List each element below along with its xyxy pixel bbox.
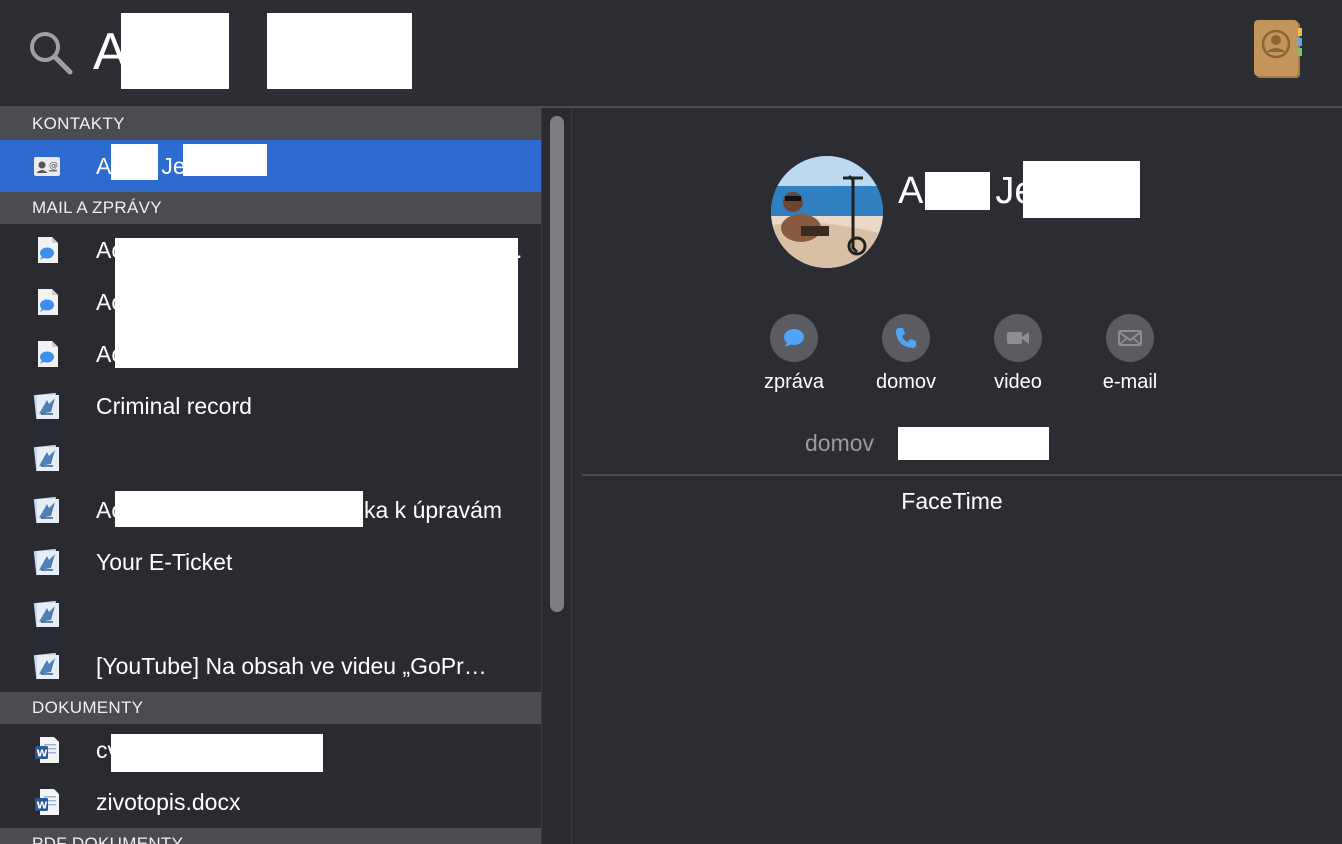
redaction-block: [111, 144, 158, 180]
word-doc-icon: W: [35, 789, 59, 815]
contact-card-icon: @: [34, 157, 60, 176]
action-video[interactable]: video: [968, 314, 1068, 394]
divider: [582, 474, 1342, 476]
result-row-mail[interactable]: [0, 432, 541, 484]
svg-text:W: W: [37, 749, 48, 760]
redaction-block: [183, 144, 267, 176]
redaction-block: [111, 734, 323, 772]
mail-icon: [33, 652, 59, 680]
mail-icon: [33, 548, 59, 576]
contact-avatar: [771, 156, 883, 268]
contacts-app-icon[interactable]: [1252, 18, 1308, 80]
scrollbar[interactable]: [541, 108, 572, 844]
search-bar: AJe: [0, 0, 1342, 106]
contact-detail-pane: A Je zpráva domov video e-mail domov Fac…: [572, 108, 1342, 844]
mail-icon: [33, 444, 59, 472]
search-icon: [30, 32, 73, 75]
result-label: Criminal record: [96, 393, 252, 419]
section-header-contacts: KONTAKTY: [0, 108, 541, 140]
redaction-block: [1023, 161, 1140, 218]
result-row-mail[interactable]: Your E-Ticket: [0, 536, 541, 588]
result-label: zivotopis.docx: [96, 789, 241, 815]
action-label: e-mail: [1102, 371, 1158, 393]
messages-icon: [38, 341, 58, 367]
svg-text:W: W: [37, 801, 48, 812]
redaction-block: [267, 13, 412, 89]
messages-icon: [38, 289, 58, 315]
result-row-contact[interactable]: @ A Je: [0, 140, 541, 192]
video-camera-icon[interactable]: [994, 314, 1042, 362]
redaction-block: [115, 491, 363, 527]
action-email[interactable]: e-mail: [1080, 314, 1180, 394]
mail-icon: [33, 392, 59, 420]
section-header-pdf: PDF DOKUMENTY: [0, 828, 541, 844]
phone-icon[interactable]: [882, 314, 930, 362]
word-doc-icon: W: [35, 737, 59, 763]
redaction-block: [898, 427, 1049, 460]
result-label: [YouTube] Na obsah ve videu „GoPr…: [96, 653, 487, 679]
result-label: Your E-Ticket: [96, 549, 233, 575]
result-row-mail[interactable]: [0, 588, 541, 640]
phone-field-label: domov: [805, 430, 875, 456]
redaction-block: [121, 13, 229, 89]
svg-text:@: @: [49, 161, 58, 171]
result-row-mail[interactable]: [YouTube] Na obsah ve videu „GoPr…: [0, 640, 541, 692]
messages-icon: [38, 237, 58, 263]
redaction-block: [115, 238, 518, 368]
action-label: zpráva: [763, 371, 825, 393]
redaction-block: [925, 172, 990, 210]
message-bubble-icon[interactable]: [770, 314, 818, 362]
scrollbar-thumb[interactable]: [550, 116, 564, 612]
result-row-mail[interactable]: Ac ka k úpravám: [0, 484, 541, 536]
action-label: video: [994, 371, 1042, 393]
section-header-mail: MAIL A ZPRÁVY: [0, 192, 541, 224]
envelope-icon[interactable]: [1106, 314, 1154, 362]
results-list: KONTAKTY @ A Je MAIL A ZPRÁVY Ac . Ac Ac…: [0, 108, 541, 844]
result-row-document[interactable]: W zivotopis.docx: [0, 776, 541, 828]
section-header-documents: DOKUMENTY: [0, 692, 541, 724]
result-row-document[interactable]: W cv: [0, 724, 541, 776]
mail-icon: [33, 496, 59, 524]
result-label-suffix: ka k úpravám: [364, 497, 503, 523]
action-message[interactable]: zpráva: [744, 314, 844, 394]
action-label: domov: [875, 371, 937, 393]
result-row-mail[interactable]: Criminal record: [0, 380, 541, 432]
action-call-home[interactable]: domov: [856, 314, 956, 394]
facetime-label[interactable]: FaceTime: [572, 488, 1332, 515]
mail-icon: [33, 600, 59, 628]
